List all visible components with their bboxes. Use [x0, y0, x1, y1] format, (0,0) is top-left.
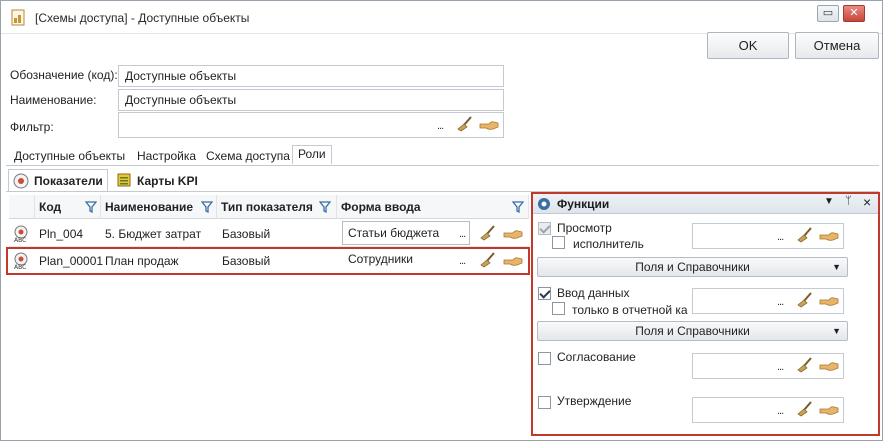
- broom-icon[interactable]: [796, 401, 814, 417]
- broom-icon[interactable]: [456, 116, 474, 132]
- filter-icon[interactable]: [512, 201, 524, 213]
- fields-and-directories-combo[interactable]: Поля и Справочники ▼: [537, 321, 848, 341]
- data-entry-selector-field[interactable]: ...: [692, 288, 844, 314]
- combo-label: Поля и Справочники: [635, 324, 750, 338]
- approval-selector-field[interactable]: ...: [692, 353, 844, 379]
- grid-header-name[interactable]: Наименование: [101, 195, 217, 219]
- hand-pointer-icon[interactable]: [819, 229, 839, 243]
- filter-field[interactable]: ...: [118, 112, 504, 138]
- approval-label: Согласование: [557, 350, 636, 364]
- broom-icon[interactable]: [796, 227, 814, 243]
- indicator-icon: [13, 173, 29, 189]
- close-panel-icon[interactable]: ×: [863, 194, 871, 210]
- confirmation-checkbox[interactable]: [538, 396, 551, 409]
- subtab-indicators[interactable]: Показатели: [34, 174, 103, 188]
- hand-pointer-icon[interactable]: [503, 227, 523, 241]
- cell-input-form: Статьи бюджета: [348, 226, 440, 240]
- grid-header-code-label: Код: [39, 200, 62, 214]
- chevron-down-icon: ▼: [832, 262, 841, 272]
- tab-access-scheme[interactable]: Схема доступа: [206, 149, 290, 163]
- executor-label: исполнитель: [573, 237, 644, 251]
- hand-pointer-icon[interactable]: [479, 118, 499, 132]
- tab-available-objects[interactable]: Доступные объекты: [14, 149, 125, 163]
- name-label: Наименование:: [10, 93, 97, 107]
- hand-pointer-icon[interactable]: [819, 403, 839, 417]
- svg-text:ABC: ABC: [14, 237, 26, 243]
- broom-icon[interactable]: [479, 225, 497, 241]
- confirmation-label: Утверждение: [557, 394, 632, 408]
- approval-ellipsis-button[interactable]: ...: [777, 357, 784, 377]
- data-entry-checkbox[interactable]: [538, 287, 551, 300]
- chevron-down-icon: ▼: [832, 326, 841, 336]
- grid-header-name-label: Наименование: [105, 200, 194, 214]
- cell-code: Pln_004: [39, 227, 84, 241]
- ok-button[interactable]: OK: [707, 32, 789, 59]
- approval-checkbox[interactable]: [538, 352, 551, 365]
- dropdown-arrow-icon[interactable]: ▼: [824, 196, 834, 207]
- grid-header-indicator: [9, 195, 35, 219]
- input-form-field[interactable]: Статьи бюджета: [342, 221, 470, 245]
- cancel-button[interactable]: Отмена: [795, 32, 879, 59]
- kpi-map-icon: [117, 173, 131, 187]
- view-label: Просмотр: [557, 221, 612, 235]
- tab-roles[interactable]: Роли: [292, 145, 332, 164]
- close-window-button[interactable]: ✕: [843, 5, 865, 22]
- filter-icon[interactable]: [319, 201, 331, 213]
- pin-icon[interactable]: ᛘ: [845, 195, 852, 207]
- restore-button[interactable]: ▭: [817, 5, 839, 22]
- hand-pointer-icon[interactable]: [819, 359, 839, 373]
- grid-header-input-form-label: Форма ввода: [341, 200, 421, 214]
- only-report-label: только в отчетной ка: [572, 303, 688, 317]
- filter-icon[interactable]: [85, 201, 97, 213]
- data-entry-ellipsis-button[interactable]: ...: [777, 292, 784, 312]
- code-field[interactable]: Доступные объекты: [118, 65, 504, 87]
- broom-icon[interactable]: [796, 292, 814, 308]
- code-label: Обозначение (код):: [10, 68, 118, 82]
- window-title: [Схемы доступа] - Доступные объекты: [35, 11, 250, 25]
- tab-settings[interactable]: Настройка: [137, 149, 196, 163]
- confirmation-ellipsis-button[interactable]: ...: [777, 401, 784, 421]
- broom-icon[interactable]: [796, 357, 814, 373]
- functions-icon: [538, 198, 550, 210]
- filter-ellipsis-button[interactable]: ...: [437, 116, 444, 136]
- subtab-kpi-maps[interactable]: Карты KPI: [137, 174, 198, 188]
- hand-pointer-icon[interactable]: [819, 294, 839, 308]
- confirmation-selector-field[interactable]: ...: [692, 397, 844, 423]
- tabs-divider: [6, 165, 879, 166]
- name-field[interactable]: Доступные объекты: [118, 89, 504, 111]
- grid-header-input-form[interactable]: Форма ввода: [337, 195, 529, 219]
- executor-checkbox[interactable]: [552, 236, 565, 249]
- view-checkbox[interactable]: [538, 222, 551, 235]
- indicator-type-icon: ABC: [14, 225, 28, 243]
- combo-label: Поля и Справочники: [635, 260, 750, 274]
- cell-name: 5. Бюджет затрат: [105, 227, 202, 241]
- functions-panel-header: Функции ▼ ᛘ ×: [533, 194, 878, 214]
- selected-row-highlight: [6, 247, 530, 275]
- title-bar: [Схемы доступа] - Доступные объекты ▭ ✕: [1, 1, 882, 34]
- view-selector-field[interactable]: ...: [692, 223, 844, 249]
- cell-type: Базовый: [222, 227, 271, 241]
- data-entry-label: Ввод данных: [557, 286, 630, 300]
- filter-label: Фильтр:: [10, 120, 54, 134]
- grid-header-type-label: Тип показателя: [221, 200, 313, 214]
- document-icon: [11, 9, 25, 26]
- only-report-checkbox[interactable]: [552, 302, 565, 315]
- fields-and-directories-combo[interactable]: Поля и Справочники ▼: [537, 257, 848, 277]
- window: [Схемы доступа] - Доступные объекты ▭ ✕ …: [0, 0, 883, 441]
- view-ellipsis-button[interactable]: ...: [777, 227, 784, 247]
- functions-title: Функции: [557, 197, 610, 211]
- filter-icon[interactable]: [201, 201, 213, 213]
- row-ellipsis-button[interactable]: ...: [459, 228, 466, 240]
- table-row[interactable]: ABC Pln_004 5. Бюджет затрат Базовый Ста…: [9, 220, 529, 247]
